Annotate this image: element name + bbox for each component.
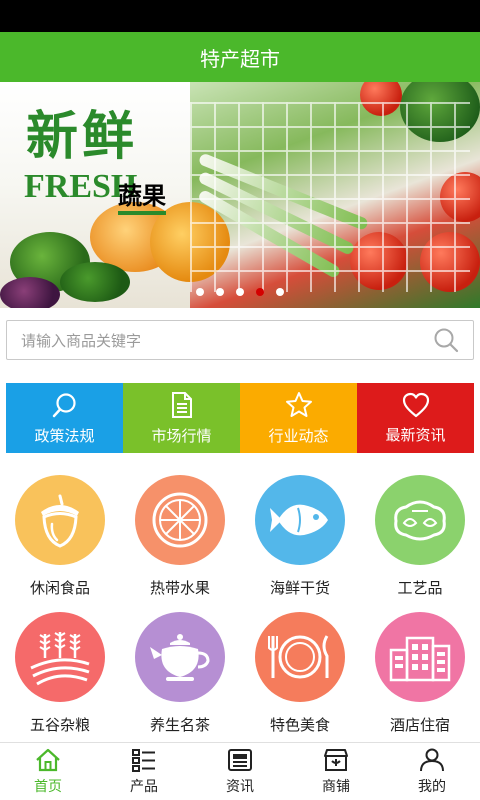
banner-title: 新鲜 bbox=[26, 106, 139, 167]
category-snacks[interactable]: 休闲食品 bbox=[0, 475, 120, 598]
ornament-icon bbox=[375, 475, 465, 565]
shop-icon bbox=[324, 748, 348, 771]
nav-products[interactable]: 产品 bbox=[96, 743, 192, 800]
carousel-indicators bbox=[0, 288, 480, 296]
teapot-icon bbox=[135, 612, 225, 702]
category-label: 海鲜干货 bbox=[269, 579, 330, 597]
grid-overlay bbox=[190, 102, 470, 292]
fish-icon bbox=[255, 475, 345, 565]
banner-carousel[interactable]: 新鲜 FRESH 蔬果 bbox=[0, 82, 480, 308]
category-tropical-fruit[interactable]: 热带水果 bbox=[120, 475, 240, 598]
carousel-dot[interactable] bbox=[216, 288, 224, 296]
quick-link-market[interactable]: 市场行情 bbox=[123, 383, 240, 453]
category-grains[interactable]: 五谷杂粮 bbox=[0, 612, 120, 735]
quick-link-label: 政策法规 bbox=[34, 426, 95, 445]
quick-link-industry[interactable]: 行业动态 bbox=[240, 383, 357, 453]
nav-label: 资讯 bbox=[226, 778, 254, 795]
home-icon bbox=[36, 748, 60, 771]
category-label: 养生名茶 bbox=[149, 716, 210, 734]
search-icon bbox=[52, 392, 76, 417]
nav-shops[interactable]: 商铺 bbox=[288, 743, 384, 800]
search-icon[interactable] bbox=[433, 327, 459, 353]
nav-mine[interactable]: 我的 bbox=[384, 743, 480, 800]
nav-news[interactable]: 资讯 bbox=[192, 743, 288, 800]
page-title: 特产超市 bbox=[0, 32, 480, 82]
carousel-dot-active[interactable] bbox=[256, 288, 264, 296]
category-label: 五谷杂粮 bbox=[29, 716, 90, 734]
heart-icon bbox=[402, 392, 429, 417]
banner-subtitle: 蔬果 bbox=[118, 176, 166, 215]
search-placeholder: 请输入商品关键字 bbox=[21, 331, 142, 350]
carousel-dot[interactable] bbox=[236, 288, 244, 296]
category-hotel[interactable]: 酒店住宿 bbox=[360, 612, 480, 735]
orange-slice-icon bbox=[135, 475, 225, 565]
nav-home[interactable]: 首页 bbox=[0, 743, 96, 800]
acorn-icon bbox=[15, 475, 105, 565]
nav-label: 我的 bbox=[418, 778, 446, 795]
building-icon bbox=[375, 612, 465, 702]
category-label: 休闲食品 bbox=[29, 579, 90, 597]
bottom-nav: 首页 产品 资讯 商铺 我的 bbox=[0, 742, 480, 800]
quick-link-label: 市场行情 bbox=[151, 426, 212, 445]
list-icon bbox=[132, 748, 155, 772]
category-crafts[interactable]: 工艺品 bbox=[360, 475, 480, 598]
status-bar bbox=[0, 0, 480, 32]
search-input[interactable]: 请输入商品关键字 bbox=[6, 320, 474, 360]
user-icon bbox=[420, 748, 444, 771]
greens-graphic bbox=[60, 262, 130, 302]
category-label: 特色美食 bbox=[269, 716, 330, 734]
grain-icon bbox=[15, 612, 105, 702]
quick-link-label: 最新资讯 bbox=[385, 425, 446, 444]
quick-link-label: 行业动态 bbox=[268, 426, 329, 445]
category-label: 工艺品 bbox=[397, 579, 443, 597]
plate-icon bbox=[255, 612, 345, 702]
search-bar: 请输入商品关键字 bbox=[0, 308, 480, 368]
carousel-dot[interactable] bbox=[196, 288, 204, 296]
news-icon bbox=[228, 748, 252, 771]
category-label: 酒店住宿 bbox=[389, 716, 450, 734]
category-tea[interactable]: 养生名茶 bbox=[120, 612, 240, 735]
quick-link-policy[interactable]: 政策法规 bbox=[6, 383, 123, 453]
nav-label: 商铺 bbox=[322, 778, 350, 795]
category-seafood[interactable]: 海鲜干货 bbox=[240, 475, 360, 598]
category-local-food[interactable]: 特色美食 bbox=[240, 612, 360, 735]
carousel-dot[interactable] bbox=[276, 288, 284, 296]
quick-link-news[interactable]: 最新资讯 bbox=[357, 383, 474, 453]
nav-label: 产品 bbox=[130, 778, 158, 795]
document-icon bbox=[171, 391, 192, 418]
star-icon bbox=[285, 391, 312, 417]
nav-label: 首页 bbox=[34, 778, 62, 795]
category-label: 热带水果 bbox=[149, 579, 210, 597]
category-grid: 休闲食品 热带水果 海鲜干货 工艺品 五谷杂粮 养生名茶 特色美食 酒店住宿 bbox=[0, 475, 480, 735]
quick-links: 政策法规 市场行情 行业动态 最新资讯 bbox=[6, 383, 474, 453]
